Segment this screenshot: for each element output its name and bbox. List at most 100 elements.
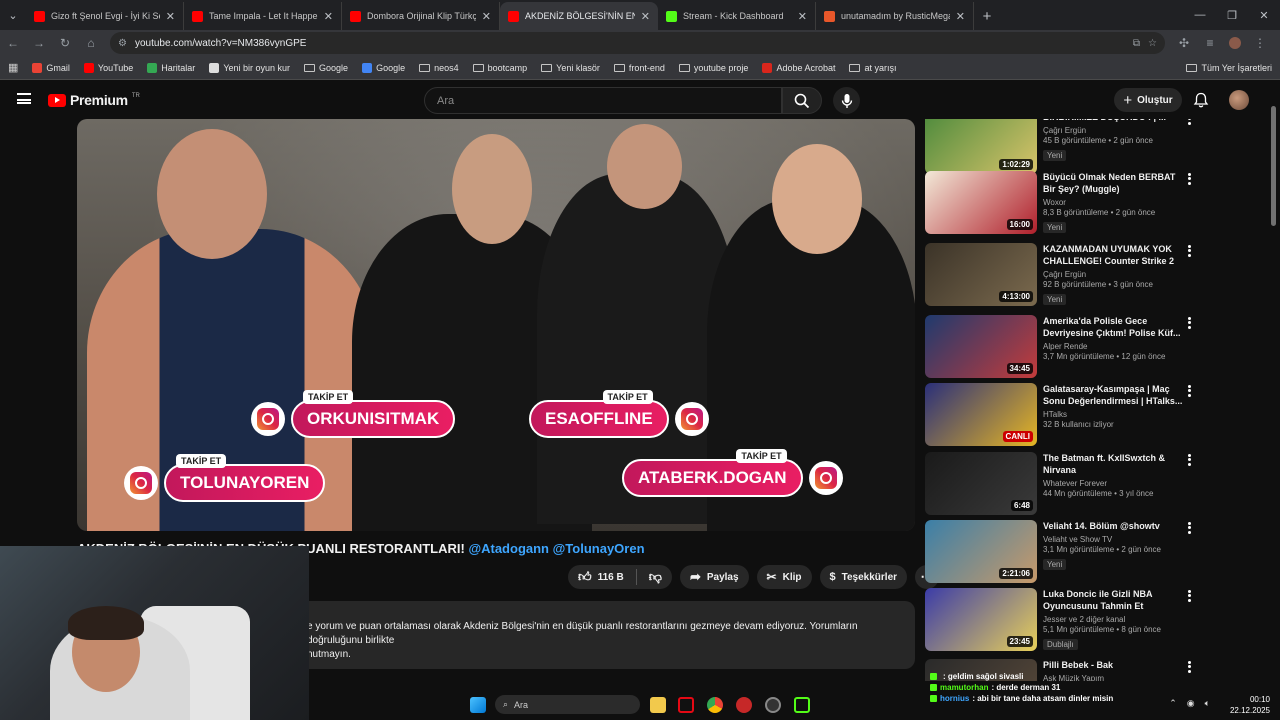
home-icon[interactable]: ⌂ <box>84 36 98 50</box>
channel-name[interactable]: Alper Rende <box>1043 342 1183 351</box>
page-scrollbar[interactable] <box>1271 106 1276 226</box>
bookmark-item[interactable]: at yarışı <box>849 63 897 73</box>
video-title[interactable]: The Batman ft. KxllSwxtch & Nirvana <box>1043 452 1183 476</box>
video-title[interactable]: Galatasaray-Kasımpaşa | Maç Sonu Değerle… <box>1043 383 1183 407</box>
more-options-icon[interactable] <box>1187 659 1191 674</box>
video-title[interactable]: Büyücü Olmak Neden BERBAT Bir Şey? (Mugg… <box>1043 171 1183 195</box>
youtube-logo[interactable]: Premium TR <box>48 92 140 108</box>
channel-name[interactable]: Çağrı Ergün <box>1043 126 1183 135</box>
video-player[interactable]: TAKİP ET ORKUNISITMAK TAKİP ET ESAOFFLIN… <box>77 119 915 531</box>
channel-name[interactable]: Jesser ve 2 diğer kanal <box>1043 615 1183 624</box>
tab-close-icon[interactable]: ✕ <box>798 10 807 23</box>
thumbs-down-icon[interactable]: 👎︎ <box>649 569 662 585</box>
system-clock[interactable]: 00:10 22.12.2025 <box>1230 694 1270 716</box>
restore-icon[interactable]: ❐ <box>1216 9 1248 22</box>
browser-tab[interactable]: Dombora Orijinal Klip Türkçesi ✕ <box>342 2 500 30</box>
channel-name[interactable]: HTalks <box>1043 410 1183 419</box>
channel-name[interactable]: Whatever Forever <box>1043 479 1183 488</box>
video-thumbnail[interactable]: 34:45 <box>925 315 1037 378</box>
video-thumbnail[interactable]: 6:48 <box>925 452 1037 515</box>
bookmark-item[interactable]: front-end <box>613 63 665 73</box>
video-thumbnail[interactable]: CANLI <box>925 383 1037 446</box>
browser-tab[interactable]: Stream - Kick Dashboard ✕ <box>658 2 816 30</box>
minimize-icon[interactable]: — <box>1184 9 1216 21</box>
related-video-item[interactable]: 4:13:00 KAZANMADAN UYUMAK YOK CHALLENGE! … <box>925 243 1195 307</box>
video-title[interactable]: KAZANMADAN UYUMAK YOK CHALLENGE! Counter… <box>1043 243 1183 267</box>
channel-name[interactable]: Çağrı Ergün <box>1043 270 1183 279</box>
more-options-icon[interactable] <box>1187 119 1191 126</box>
tab-close-icon[interactable]: ✕ <box>641 10 650 23</box>
related-video-item[interactable]: 2:21:06 Veliaht 14. Bölüm @showtv Veliaht … <box>925 520 1195 584</box>
media-controls-icon[interactable]: ≡ <box>1203 36 1217 50</box>
related-video-item[interactable]: 6:48 The Batman ft. KxllSwxtch & Nirvana W… <box>925 452 1195 516</box>
apps-grid-icon[interactable]: ▦ <box>8 61 18 74</box>
network-icon[interactable]: ◉ <box>1187 698 1195 709</box>
video-title[interactable]: Luka Doncic ile Gizli NBA Oyuncusunu Tah… <box>1043 588 1183 612</box>
video-title[interactable]: Pilli Bebek - Bak <box>1043 659 1183 671</box>
related-video-item[interactable]: CANLI Galatasaray-Kasımpaşa | Maç Sonu De… <box>925 383 1195 447</box>
browser-menu-icon[interactable]: ⋮ <box>1253 36 1267 50</box>
video-title[interactable]: Amerika'da Polisle Gece Devriyesine Çıkt… <box>1043 315 1183 339</box>
taskbar-search[interactable]: ⌕ Ara <box>495 695 640 714</box>
bookmark-item[interactable]: Google <box>362 62 405 73</box>
bookmark-item[interactable]: Google <box>304 63 348 73</box>
obs-icon[interactable] <box>765 697 781 713</box>
more-options-icon[interactable] <box>1187 520 1191 535</box>
address-bar[interactable]: ⚙ youtube.com/watch?v=NM386vynGPE ⧉ ☆ <box>110 32 1165 54</box>
tab-search-button[interactable]: ⌄ <box>0 0 26 30</box>
notifications-button[interactable] <box>1193 92 1209 114</box>
more-options-icon[interactable] <box>1187 452 1191 467</box>
search-input[interactable]: Ara <box>424 87 782 114</box>
video-title[interactable]: Veliaht 14. Bölüm @showtv <box>1043 520 1183 532</box>
bookmark-item[interactable]: bootcamp <box>472 63 527 73</box>
channel-name[interactable]: Veliaht ve Show TV <box>1043 535 1183 544</box>
video-thumbnail[interactable]: 2:21:06 <box>925 520 1037 583</box>
clip-button[interactable]: ✂ Klip <box>756 565 812 589</box>
volume-icon[interactable]: 🔈︎ <box>1205 698 1210 709</box>
kick-icon[interactable] <box>794 697 810 713</box>
tab-close-icon[interactable]: ✕ <box>482 10 491 23</box>
tab-close-icon[interactable]: ✕ <box>166 10 175 23</box>
mention-link[interactable]: @Atadogann <box>468 541 549 556</box>
chevron-up-icon[interactable]: ⌃ <box>1169 698 1177 709</box>
more-options-icon[interactable] <box>1187 315 1191 330</box>
more-options-icon[interactable] <box>1187 383 1191 398</box>
video-thumbnail[interactable]: 4:13:00 <box>925 243 1037 306</box>
install-icon[interactable]: ⧉ <box>1133 38 1140 49</box>
bookmark-item[interactable]: YouTube <box>83 62 133 73</box>
all-bookmarks-folder[interactable]: Tüm Yer İşaretleri <box>1186 63 1272 73</box>
more-options-icon[interactable] <box>1187 243 1191 258</box>
video-thumbnail[interactable]: 23:45 <box>925 588 1037 651</box>
netflix-icon[interactable] <box>678 697 694 713</box>
thanks-button[interactable]: $ Teşekkürler <box>819 565 908 589</box>
reload-icon[interactable]: ↻ <box>58 36 72 50</box>
more-options-icon[interactable] <box>1187 588 1191 603</box>
bookmark-item[interactable]: Haritalar <box>147 62 195 73</box>
channel-name[interactable]: Woxor <box>1043 198 1183 207</box>
back-icon[interactable]: ← <box>6 36 20 50</box>
voice-search-button[interactable] <box>833 87 860 114</box>
bookmark-item[interactable]: Gmail <box>32 62 70 73</box>
video-title[interactable]: BİRBİRİMİZE DÜŞÜRDÜ ! | ... <box>1043 119 1183 123</box>
chrome-icon[interactable] <box>707 697 723 713</box>
close-window-icon[interactable]: ✕ <box>1248 9 1280 22</box>
bookmark-item[interactable]: neos4 <box>419 63 459 73</box>
browser-tab[interactable]: Tame Impala - Let It Happen (O ✕ <box>184 2 342 30</box>
bookmark-item[interactable]: Yeni klasör <box>541 63 600 73</box>
browser-tab[interactable]: AKDENİZ BÖLGESİ'NİN EN DÜŞ ✕ <box>500 2 658 30</box>
menu-icon[interactable] <box>17 93 31 104</box>
bookmark-item[interactable]: Adobe Acrobat <box>762 62 835 73</box>
related-video-item[interactable]: 23:45 Luka Doncic ile Gizli NBA Oyuncusun… <box>925 588 1195 652</box>
bookmark-star-icon[interactable]: ☆ <box>1148 38 1157 49</box>
tab-close-icon[interactable]: ✕ <box>956 10 965 23</box>
related-video-item[interactable]: 1:02:29 BİRBİRİMİZE DÜŞÜRDÜ ! | ... Çağrı … <box>925 119 1195 175</box>
create-button[interactable]: + Oluştur <box>1114 88 1182 112</box>
app-icon[interactable] <box>736 697 752 713</box>
windows-start-icon[interactable] <box>470 697 486 713</box>
browser-tab[interactable]: Gizo ft Şenol Evgi - İyi Ki Sen # ✕ <box>26 2 184 30</box>
bookmark-item[interactable]: Yeni bir oyun kur <box>209 62 290 73</box>
share-button[interactable]: ➦ Paylaş <box>679 565 749 589</box>
forward-icon[interactable]: → <box>32 36 46 50</box>
related-video-item[interactable]: 34:45 Amerika'da Polisle Gece Devriyesine… <box>925 315 1195 379</box>
tab-close-icon[interactable]: ✕ <box>324 10 333 23</box>
